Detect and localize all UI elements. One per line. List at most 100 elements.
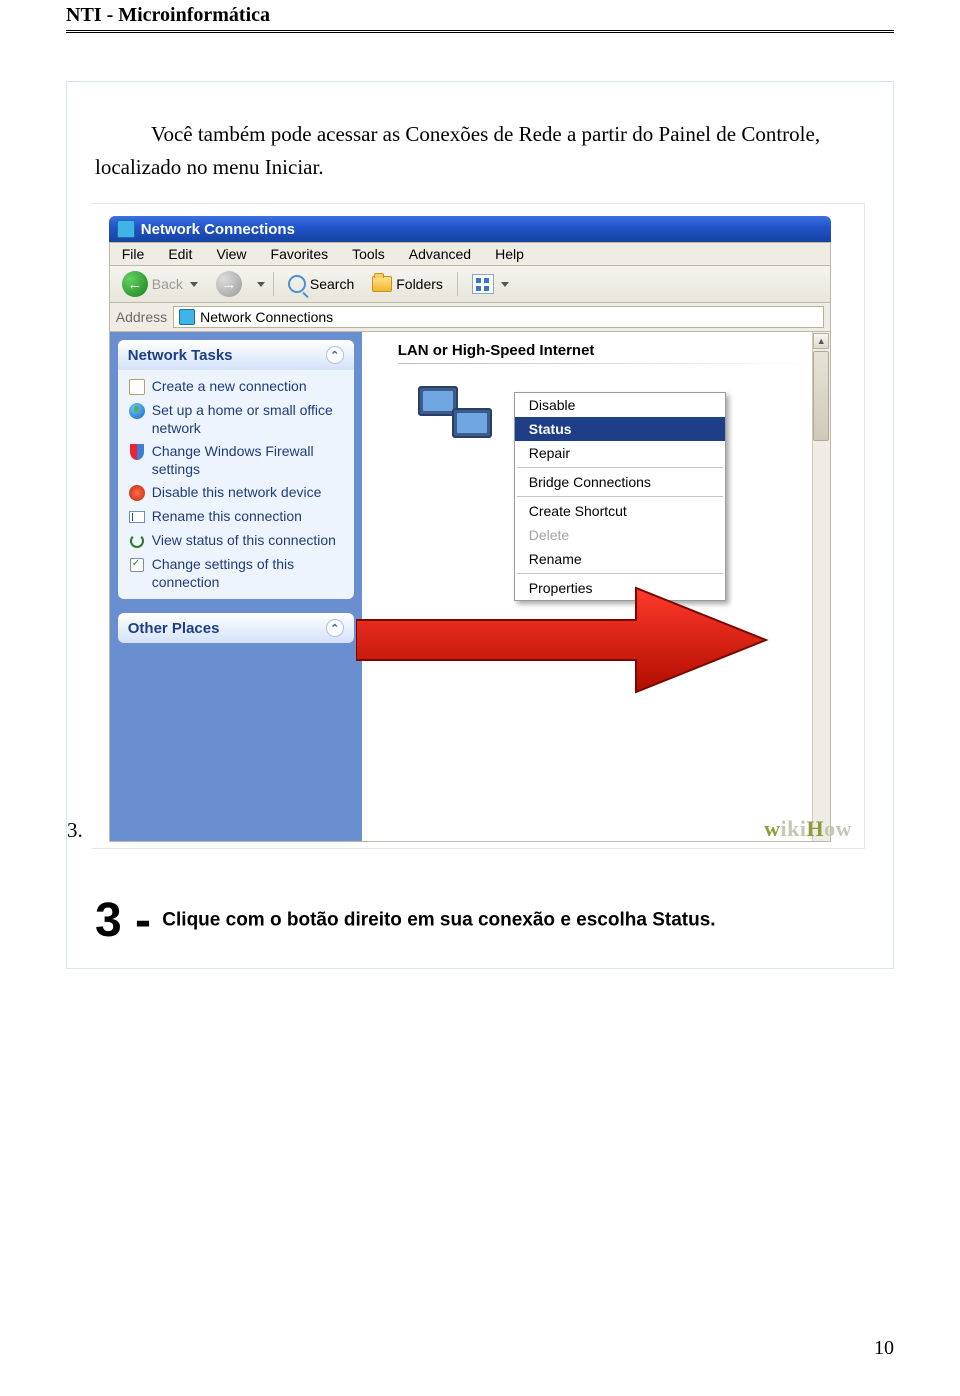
back-label: Back bbox=[152, 276, 183, 292]
task-firewall[interactable]: Change Windows Firewall settings bbox=[128, 441, 344, 480]
vertical-scrollbar[interactable]: ▲ bbox=[812, 332, 830, 841]
window-title: Network Connections bbox=[141, 221, 295, 238]
rename-icon bbox=[128, 508, 146, 526]
address-field[interactable]: Network Connections bbox=[173, 306, 824, 328]
collapse-icon[interactable]: ⌃ bbox=[326, 619, 344, 637]
menu-file[interactable]: File bbox=[110, 243, 157, 265]
menu-favorites[interactable]: Favorites bbox=[259, 243, 341, 265]
task-label: Create a new connection bbox=[152, 378, 307, 396]
page-number: 10 bbox=[874, 1337, 894, 1360]
header-rule bbox=[66, 30, 894, 33]
task-label: Change Windows Firewall settings bbox=[152, 443, 344, 478]
panel-header[interactable]: Network Tasks ⌃ bbox=[118, 340, 354, 370]
window-body: Network Tasks ⌃ Create a new connection … bbox=[109, 332, 831, 842]
monitor-icon bbox=[452, 408, 492, 438]
task-change-settings[interactable]: Change settings of this connection bbox=[128, 554, 344, 593]
ctx-separator bbox=[517, 467, 723, 468]
wizard-icon bbox=[128, 378, 146, 396]
ctx-separator bbox=[517, 573, 723, 574]
task-label: Change settings of this connection bbox=[152, 556, 344, 591]
chevron-down-icon bbox=[257, 282, 265, 287]
search-label: Search bbox=[310, 276, 354, 292]
section-rule bbox=[398, 363, 820, 364]
panel-title: Network Tasks bbox=[128, 347, 233, 364]
intro-text: Você também pode acessar as Conexões de … bbox=[95, 122, 820, 179]
scroll-thumb[interactable] bbox=[813, 351, 829, 441]
task-disable-device[interactable]: Disable this network device bbox=[128, 482, 344, 504]
menu-view[interactable]: View bbox=[204, 243, 258, 265]
toolbar-separator bbox=[273, 272, 274, 296]
section-header: LAN or High-Speed Internet bbox=[362, 332, 830, 361]
address-label: Address bbox=[116, 309, 167, 325]
folders-button[interactable]: Folders bbox=[366, 274, 449, 294]
panel-title: Other Places bbox=[128, 620, 220, 637]
content-box: Você também pode acessar as Conexões de … bbox=[66, 81, 894, 969]
page-header: NTI - Microinformática bbox=[66, 4, 894, 27]
menu-advanced[interactable]: Advanced bbox=[397, 243, 483, 265]
chevron-down-icon bbox=[190, 282, 198, 287]
search-icon bbox=[288, 275, 306, 293]
step-number: 3 - bbox=[95, 894, 151, 947]
forward-arrow-icon: → bbox=[216, 271, 242, 297]
network-connections-icon bbox=[179, 309, 195, 325]
lan-connection-icon[interactable] bbox=[418, 386, 496, 452]
address-value: Network Connections bbox=[200, 309, 333, 325]
task-setup-network[interactable]: Set up a home or small office network bbox=[128, 400, 344, 439]
other-places-panel: Other Places ⌃ bbox=[118, 613, 354, 643]
settings-icon bbox=[128, 556, 146, 574]
step-3: 3 - Clique com o botão direito em sua co… bbox=[95, 893, 865, 948]
ctx-rename[interactable]: Rename bbox=[515, 547, 725, 571]
ctx-status[interactable]: Status bbox=[515, 417, 725, 441]
views-button[interactable] bbox=[466, 272, 515, 296]
folders-label: Folders bbox=[396, 276, 443, 292]
forward-button[interactable]: → bbox=[210, 269, 248, 299]
collapse-icon[interactable]: ⌃ bbox=[326, 346, 344, 364]
task-label: Disable this network device bbox=[152, 484, 322, 502]
search-button[interactable]: Search bbox=[282, 273, 360, 295]
task-label: Set up a home or small office network bbox=[152, 402, 344, 437]
scroll-up-icon[interactable]: ▲ bbox=[813, 333, 829, 349]
ctx-bridge[interactable]: Bridge Connections bbox=[515, 470, 725, 494]
address-bar: Address Network Connections bbox=[109, 303, 831, 332]
panel-header[interactable]: Other Places ⌃ bbox=[118, 613, 354, 643]
sidebar: Network Tasks ⌃ Create a new connection … bbox=[110, 332, 362, 841]
ctx-delete: Delete bbox=[515, 523, 725, 547]
task-create-connection[interactable]: Create a new connection bbox=[128, 376, 344, 398]
globe-icon bbox=[128, 402, 146, 420]
refresh-icon bbox=[128, 532, 146, 550]
task-view-status[interactable]: View status of this connection bbox=[128, 530, 344, 552]
ctx-disable[interactable]: Disable bbox=[515, 393, 725, 417]
panel-body: Create a new connection Set up a home or… bbox=[118, 370, 354, 599]
step-text: Clique com o botão direito em sua conexã… bbox=[162, 910, 715, 931]
intro-paragraph: Você também pode acessar as Conexões de … bbox=[95, 118, 865, 183]
wikihow-watermark: wikiHow bbox=[764, 816, 852, 842]
disable-icon bbox=[128, 484, 146, 502]
main-pane: ▲ LAN or High-Speed Internet Disable bbox=[362, 332, 830, 841]
list-number: 3. bbox=[67, 818, 83, 849]
shield-icon bbox=[128, 443, 146, 461]
screenshot: Network Connections File Edit View Favor… bbox=[91, 203, 865, 849]
toolbar: ← Back → Search bbox=[109, 266, 831, 303]
task-label: Rename this connection bbox=[152, 508, 302, 526]
back-arrow-icon: ← bbox=[122, 271, 148, 297]
network-connections-icon bbox=[117, 220, 135, 238]
menu-help[interactable]: Help bbox=[483, 243, 536, 265]
network-tasks-panel: Network Tasks ⌃ Create a new connection … bbox=[118, 340, 354, 599]
toolbar-separator bbox=[457, 272, 458, 296]
ctx-repair[interactable]: Repair bbox=[515, 441, 725, 465]
window-titlebar: Network Connections bbox=[109, 216, 831, 242]
folder-icon bbox=[372, 276, 392, 292]
menu-tools[interactable]: Tools bbox=[340, 243, 397, 265]
ctx-separator bbox=[517, 496, 723, 497]
context-menu: Disable Status Repair Bridge Connections… bbox=[514, 392, 726, 601]
back-button[interactable]: ← Back bbox=[116, 269, 204, 299]
ctx-properties[interactable]: Properties bbox=[515, 576, 725, 600]
xp-window: Network Connections File Edit View Favor… bbox=[109, 216, 831, 842]
ctx-shortcut[interactable]: Create Shortcut bbox=[515, 499, 725, 523]
menu-edit[interactable]: Edit bbox=[156, 243, 204, 265]
views-icon bbox=[472, 274, 494, 294]
chevron-down-icon bbox=[501, 282, 509, 287]
task-rename[interactable]: Rename this connection bbox=[128, 506, 344, 528]
task-label: View status of this connection bbox=[152, 532, 336, 550]
menu-bar: File Edit View Favorites Tools Advanced … bbox=[109, 242, 831, 266]
